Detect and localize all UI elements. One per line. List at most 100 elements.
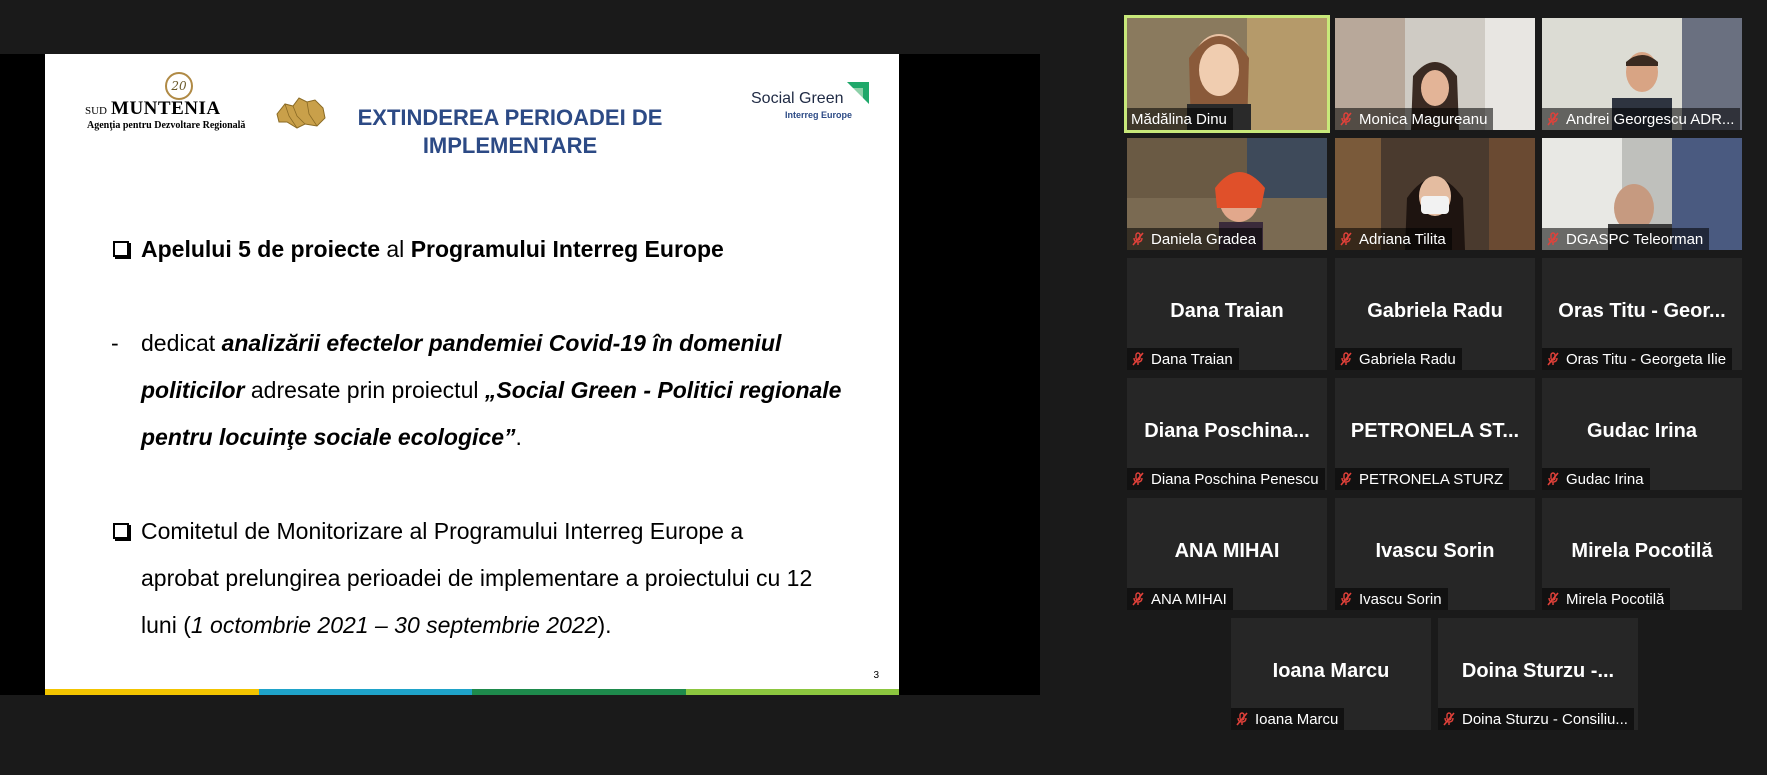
logo-tagline: Agenţia pentru Dezvoltare Regională	[87, 120, 246, 131]
bullet-2: Comitetul de Monitorizare al Programului…	[111, 508, 871, 555]
slide-title: EXTINDEREA PERIOADEI DE IMPLEMENTARE	[357, 105, 663, 158]
participant-tile[interactable]: Ivascu Sorin Ivascu Sorin	[1335, 498, 1535, 610]
footer-segment	[472, 689, 686, 695]
participant-name-label: Andrei Georgescu ADR...	[1542, 108, 1741, 130]
participant-name: Ivascu Sorin	[1359, 590, 1442, 608]
participant-name-label: Dana Traian	[1127, 348, 1239, 370]
participant-name: Diana Poschina Penescu	[1151, 470, 1319, 488]
participant-name: DGASPC Teleorman	[1566, 230, 1704, 248]
participant-display-name: PETRONELA ST...	[1350, 420, 1520, 442]
anniversary-seal: 20	[165, 72, 193, 100]
participant-name-label: Gudac Irina	[1542, 468, 1650, 490]
participant-tile[interactable]: Oras Titu - Geor... Oras Titu - Georgeta …	[1542, 258, 1742, 370]
participant-name-label: Ivascu Sorin	[1335, 588, 1448, 610]
logo-muntenia-text: MUNTENIA	[111, 98, 221, 119]
mic-muted-icon	[1340, 472, 1352, 486]
participant-tile[interactable]: DGASPC Teleorman	[1542, 138, 1742, 250]
footer-segment	[45, 689, 259, 695]
dash-marker: -	[111, 330, 119, 356]
mic-muted-icon	[1132, 592, 1144, 606]
participant-display-name: Diana Poschina...	[1144, 420, 1310, 442]
footer-segment	[258, 689, 472, 695]
participant-tile[interactable]: Dana Traian Dana Traian	[1127, 258, 1327, 370]
participant-name-label: Ioana Marcu	[1231, 708, 1345, 730]
mic-muted-icon	[1547, 352, 1559, 366]
participant-display-name: Oras Titu - Geor...	[1558, 300, 1726, 322]
mic-muted-icon	[1340, 232, 1352, 246]
participant-name: Gabriela Radu	[1359, 350, 1456, 368]
participant-name: Gudac Irina	[1566, 470, 1644, 488]
participant-name-label: Daniela Gradea	[1127, 228, 1263, 250]
participant-name: Monica Magureanu	[1359, 110, 1488, 128]
green-arrow-icon	[847, 82, 869, 104]
participant-tile[interactable]: Mădălina Dinu	[1124, 15, 1330, 133]
participant-tile[interactable]: Monica Magureanu	[1335, 18, 1535, 130]
participant-display-name: Gabriela Radu	[1367, 300, 1503, 322]
mic-muted-icon	[1443, 712, 1455, 726]
participant-display-name: ANA MIHAI	[1174, 540, 1280, 562]
bullet-1: Apelului 5 de proiecte al Programului In…	[111, 226, 871, 273]
participant-tile[interactable]: Gudac Irina Gudac Irina	[1542, 378, 1742, 490]
participant-name: Andrei Georgescu ADR...	[1566, 110, 1735, 128]
mic-muted-icon	[1547, 112, 1559, 126]
participant-name-label: Doina Sturzu - Consiliu...	[1438, 708, 1634, 730]
slide-page-number: 3	[873, 670, 879, 681]
participant-name-label: Mirela Pocotilă	[1542, 588, 1671, 610]
mic-muted-icon	[1132, 352, 1144, 366]
participant-display-name: Ioana Marcu	[1272, 660, 1390, 682]
participant-display-name: Ivascu Sorin	[1375, 540, 1495, 562]
square-bullet-icon	[113, 241, 129, 257]
participant-name: Daniela Gradea	[1151, 230, 1257, 248]
participant-tile[interactable]: Andrei Georgescu ADR...	[1542, 18, 1742, 130]
participant-name: Adriana Tilita	[1359, 230, 1446, 248]
participant-display-name: Mirela Pocotilă	[1571, 540, 1713, 562]
participant-name: Mirela Pocotilă	[1566, 590, 1665, 608]
mic-muted-icon	[1132, 472, 1144, 486]
participant-tile[interactable]: Mirela Pocotilă Mirela Pocotilă	[1542, 498, 1742, 610]
participant-display-name: Dana Traian	[1170, 300, 1284, 322]
mic-muted-icon	[1340, 112, 1352, 126]
slide-body: Apelului 5 de proiecte al Programului In…	[111, 226, 871, 649]
participant-name: Dana Traian	[1151, 350, 1233, 368]
footer-segment	[685, 689, 899, 695]
presentation-slide: 20 SUD MUNTENIA Agenţia pentru Dezvoltar…	[45, 54, 899, 695]
sud-muntenia-logo: 20 SUD MUNTENIA Agenţia pentru Dezvoltar…	[85, 72, 326, 132]
participant-name-label: ANA MIHAI	[1127, 588, 1233, 610]
mic-muted-icon	[1340, 352, 1352, 366]
participant-display-name: Gudac Irina	[1586, 420, 1698, 442]
sub-item-1: - dedicat analizării efectelor pandemiei…	[111, 320, 871, 367]
participant-tile[interactable]: PETRONELA ST... PETRONELA STURZ	[1335, 378, 1535, 490]
mic-muted-icon	[1547, 232, 1559, 246]
participant-name: ANA MIHAI	[1151, 590, 1227, 608]
mic-muted-icon	[1132, 232, 1144, 246]
participant-tile[interactable]: ANA MIHAI ANA MIHAI	[1127, 498, 1327, 610]
participant-name-label: Diana Poschina Penescu	[1127, 468, 1325, 490]
participant-name-label: Monica Magureanu	[1335, 108, 1494, 130]
mic-muted-icon	[1340, 592, 1352, 606]
participant-name: Doina Sturzu - Consiliu...	[1462, 710, 1628, 728]
participant-display-name: Doina Sturzu -...	[1461, 660, 1615, 682]
participant-tile[interactable]: Doina Sturzu -... Doina Sturzu - Consiliu…	[1438, 618, 1638, 730]
participant-tile[interactable]: Diana Poschina... Diana Poschina Penescu	[1127, 378, 1327, 490]
social-green-logo: Social Green Interreg Europe	[751, 80, 871, 124]
participant-tile[interactable]: Daniela Gradea	[1127, 138, 1327, 250]
region-map-icon	[276, 97, 326, 129]
participant-tile[interactable]: Adriana Tilita	[1335, 138, 1535, 250]
participant-tile[interactable]: Ioana Marcu Ioana Marcu	[1231, 618, 1431, 730]
shared-screen: 20 SUD MUNTENIA Agenţia pentru Dezvoltar…	[0, 54, 1040, 695]
logo-sud-text: SUD	[85, 105, 108, 117]
square-bullet-icon	[113, 523, 129, 539]
participant-name-label: Gabriela Radu	[1335, 348, 1462, 370]
mic-muted-icon	[1236, 712, 1248, 726]
participant-name-label: DGASPC Teleorman	[1542, 228, 1710, 250]
mic-muted-icon	[1547, 592, 1559, 606]
participant-tile[interactable]: Gabriela Radu Gabriela Radu	[1335, 258, 1535, 370]
participant-name-label: Mădălina Dinu	[1127, 108, 1233, 130]
slide-footer-bar	[45, 689, 899, 695]
participant-name: Mădălina Dinu	[1131, 110, 1227, 128]
participant-name: Ioana Marcu	[1255, 710, 1339, 728]
participant-name-label: Adriana Tilita	[1335, 228, 1452, 250]
participant-name-label: Oras Titu - Georgeta Ilie	[1542, 348, 1733, 370]
mic-muted-icon	[1547, 472, 1559, 486]
participant-name: PETRONELA STURZ	[1359, 470, 1504, 488]
